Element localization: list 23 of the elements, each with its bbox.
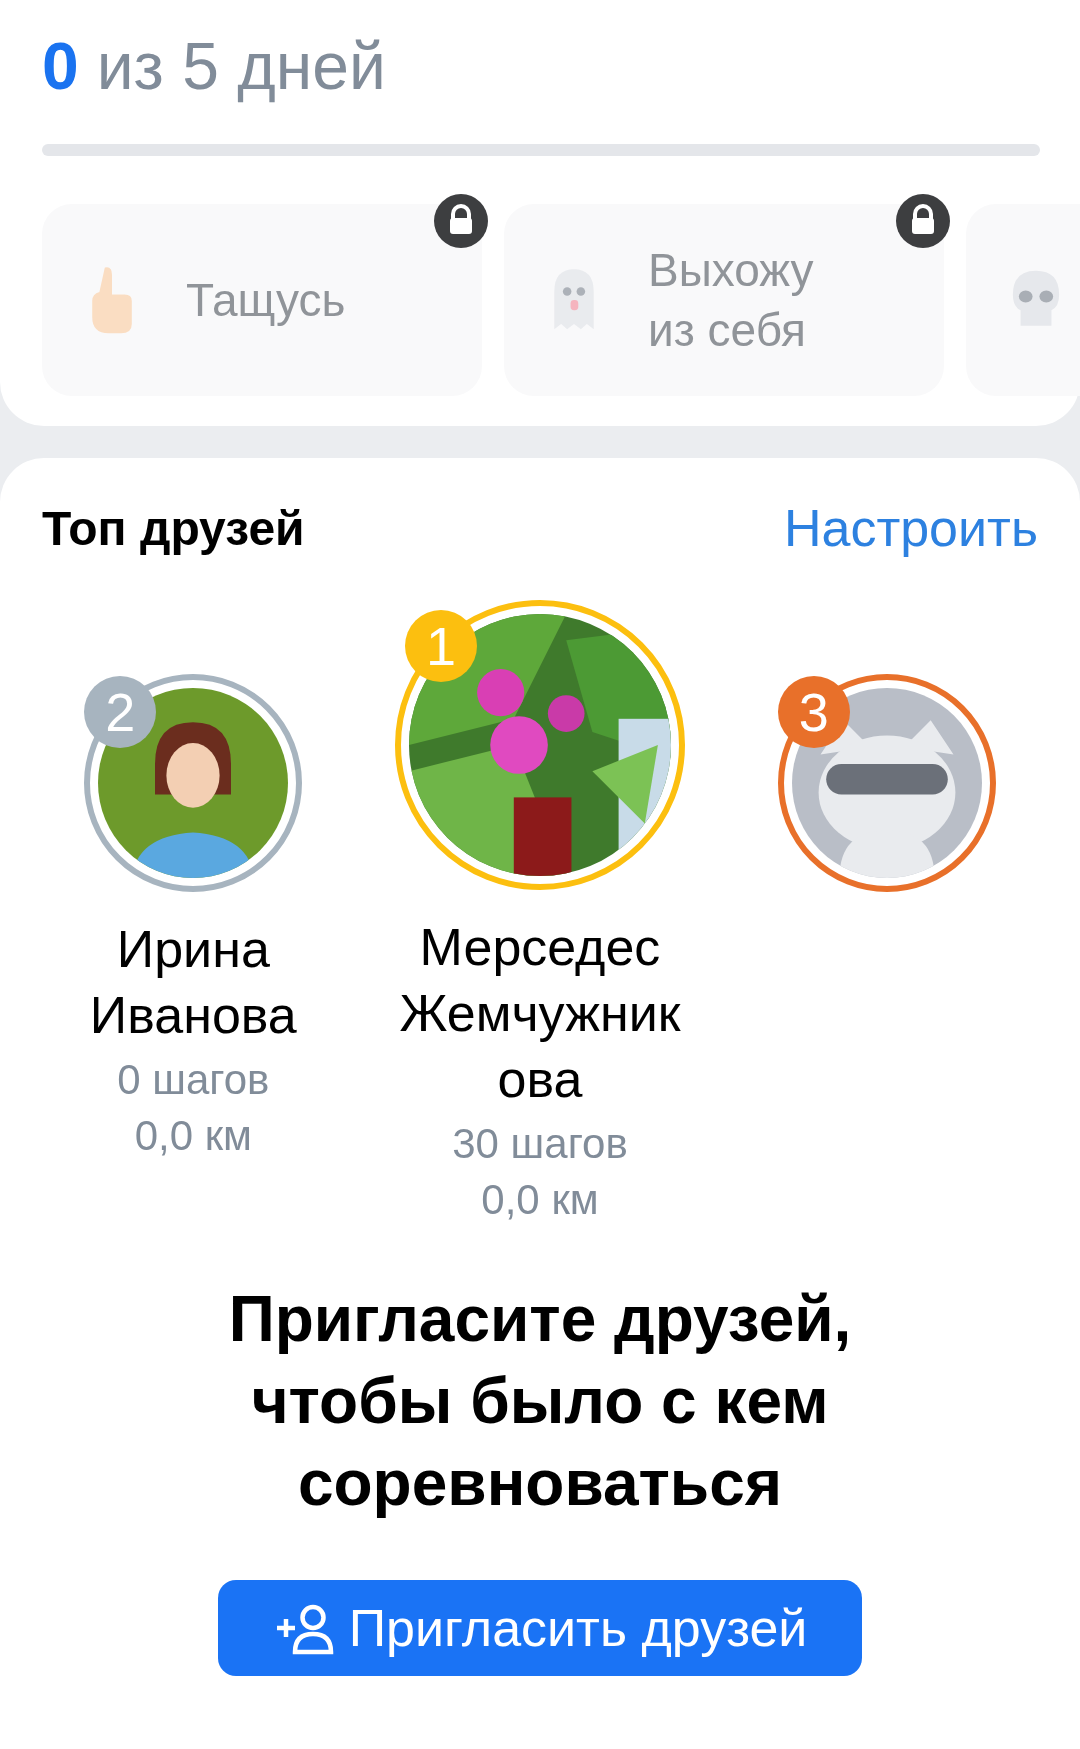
rank-badge: 1	[405, 610, 477, 682]
friend-distance: 0,0 км	[134, 1111, 252, 1161]
friend-steps: 0 шагов	[117, 1052, 270, 1108]
configure-link[interactable]: Настроить	[783, 498, 1038, 558]
friend-name: Ирина Иванова	[89, 919, 297, 1046]
achievement-card[interactable]: Выхожу из себя	[504, 204, 944, 396]
invite-button[interactable]: Пригласить друзей	[218, 1580, 862, 1676]
rank-badge: 2	[84, 676, 157, 748]
friend-steps: 30 шагов	[452, 1116, 628, 1172]
achievement-label: Тащусь	[186, 273, 346, 328]
animal-avatar-icon	[791, 688, 982, 878]
section-title: Топ друзей	[42, 500, 305, 556]
person-avatar-icon	[98, 688, 289, 878]
rank-badge: 3	[777, 676, 850, 748]
days-total: из 5 дней	[96, 28, 386, 104]
achievement-label: Выхожу из себя	[648, 243, 814, 358]
invite-text: Пригласите друзей, чтобы было с кем соревноваться	[227, 1282, 853, 1521]
friend-distance: 0,0 км	[481, 1175, 599, 1225]
lock-icon	[896, 194, 950, 248]
lock-icon	[434, 194, 488, 248]
friend-name: Мерседес Жемчужник ова	[399, 917, 681, 1110]
achievement-card[interactable]: Тащусь	[42, 204, 482, 396]
days-count: 0	[42, 28, 79, 104]
